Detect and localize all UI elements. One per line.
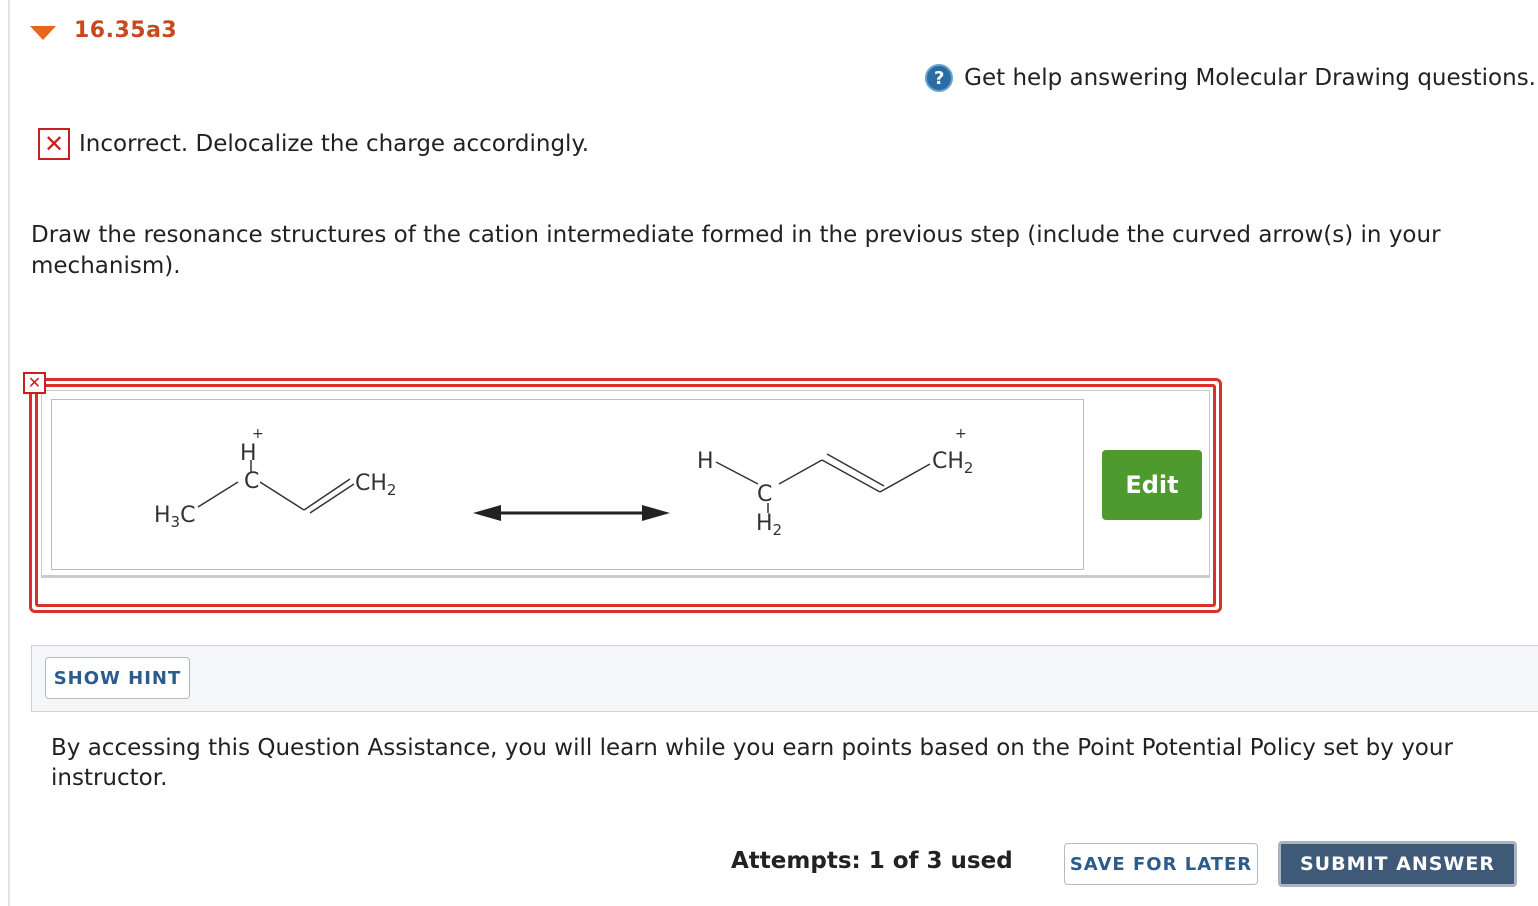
- structure-2-bond-d: [879, 463, 931, 493]
- left-margin-rule: [8, 0, 10, 906]
- structure-1-bond-a: [197, 481, 239, 508]
- question-circle-icon[interactable]: ?: [925, 64, 954, 92]
- help-link[interactable]: ? Get help answering Molecular Drawing q…: [925, 64, 1536, 92]
- feedback-text: Incorrect. Delocalize the charge accordi…: [79, 131, 590, 157]
- structure-1-bond-c2: [309, 483, 355, 514]
- feedback-message: ✕ Incorrect. Delocalize the charge accor…: [38, 128, 589, 160]
- question-header[interactable]: 16.35a3: [30, 18, 177, 43]
- structure-1-bond-b: [259, 481, 305, 511]
- hint-bar: [31, 645, 1538, 712]
- structure-1-charge: +: [252, 426, 264, 442]
- structure-2-ch2-label: CH2: [932, 449, 973, 477]
- structure-2-bond-c2: [826, 453, 885, 487]
- question-number: 16.35a3: [74, 18, 178, 43]
- attempts-counter: Attempts: 1 of 3 used: [731, 848, 1013, 874]
- show-hint-button[interactable]: SHOW HINT: [45, 657, 190, 699]
- structure-2-bond-b: [778, 459, 823, 485]
- resonance-structures-drawing: H3C H + C CH2 H C H2 + CH2: [154, 426, 973, 539]
- resonance-structure-1: H3C H + C CH2: [154, 426, 396, 531]
- assistance-text: By accessing this Question Assistance, y…: [51, 735, 1453, 791]
- structure-1-bond-c1: [303, 478, 351, 511]
- resonance-double-arrow: [473, 505, 670, 521]
- answer-incorrect-x-icon: ✕: [23, 372, 46, 394]
- save-for-later-button[interactable]: SAVE FOR LATER: [1064, 843, 1258, 885]
- structure-2-charge: +: [955, 426, 967, 442]
- structure-2-h-label: H: [697, 449, 714, 474]
- submit-answer-button[interactable]: SUBMIT ANSWER: [1278, 841, 1517, 887]
- collapse-triangle-icon[interactable]: [30, 25, 56, 40]
- structure-2-h2-label: H2: [756, 511, 782, 539]
- structure-1-ch2-label: CH2: [355, 471, 396, 499]
- resonance-structure-2: H C H2 + CH2: [697, 426, 973, 539]
- structure-2-bond-a: [715, 461, 759, 485]
- structure-1-h-label: H: [240, 441, 257, 466]
- structure-1-c-label: C: [244, 469, 259, 494]
- x-mark-icon: ✕: [38, 128, 70, 160]
- edit-button[interactable]: Edit: [1102, 450, 1202, 520]
- structure-1-h3c-label: H3C: [154, 503, 195, 531]
- structure-2-c-label: C: [757, 482, 772, 507]
- structure-2-bond-c1: [821, 459, 881, 493]
- molecule-drawing-canvas[interactable]: H3C H + C CH2 H C H2 + CH2: [51, 399, 1084, 570]
- question-prompt: Draw the resonance structures of the cat…: [31, 222, 1441, 279]
- help-link-text[interactable]: Get help answering Molecular Drawing que…: [964, 65, 1536, 91]
